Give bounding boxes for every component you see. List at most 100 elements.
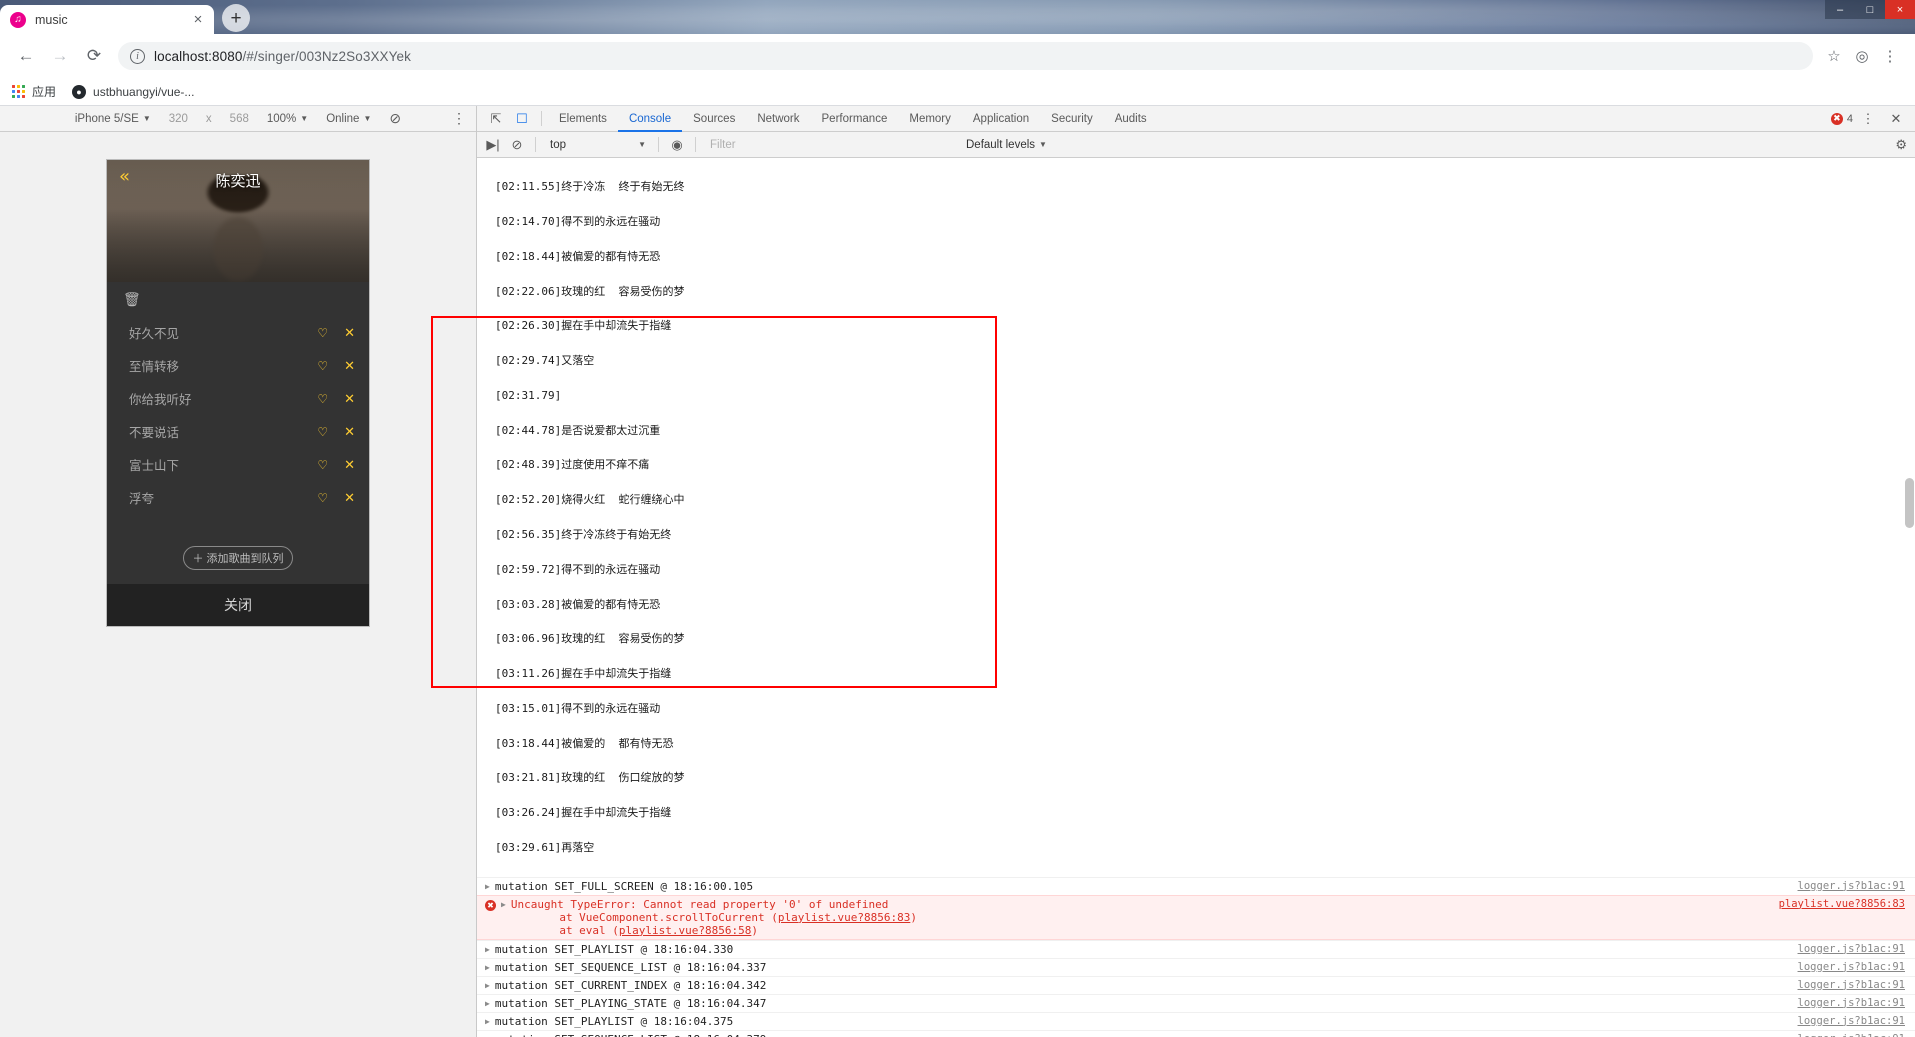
log-source-link[interactable]: logger.js?b1ac:91 [1798,1015,1905,1027]
rotate-icon[interactable]: ⊘ [389,110,401,127]
delete-icon[interactable]: ✕ [344,358,355,374]
tab-elements[interactable]: Elements [548,106,618,132]
list-item[interactable]: 至情转移 ♡ ✕ [107,349,369,382]
address-bar[interactable]: i localhost:8080/#/singer/003Nz2So3XXYek [118,42,1813,70]
log-source-link[interactable]: playlist.vue?8856:83 [1779,898,1905,910]
tab-sources[interactable]: Sources [682,106,746,132]
device-selector[interactable]: iPhone 5/SE ▼ [75,113,151,125]
console-output[interactable]: [02:11.55]终于冷冻 终于有始无终 [02:14.70]得不到的永远在骚… [477,158,1915,1037]
favorite-icon[interactable]: ♡ [317,326,328,340]
list-item[interactable]: 你给我听好 ♡ ✕ [107,382,369,415]
console-filter-input[interactable]: Filter [710,136,960,154]
add-song-button[interactable]: ＋ 添加歌曲到队列 [183,546,293,570]
stack-link[interactable]: playlist.vue?8856:83 [778,911,910,924]
bookmark-github[interactable]: ● ustbhuangyi/vue-... [72,84,194,99]
stack-suffix: ) [751,923,758,937]
expand-arrow-icon[interactable]: ▶ [485,882,490,891]
browser-tab-strip: ♫ music × + – □ × [0,0,1915,34]
close-playlist-button[interactable]: 关闭 [107,584,369,626]
window-close-button[interactable]: × [1885,0,1915,19]
reload-icon[interactable]: ⟳ [80,42,108,70]
delete-icon[interactable]: ✕ [344,490,355,506]
log-level-selector[interactable]: Default levels ▼ [966,139,1047,151]
console-error-row[interactable]: ✖ ▶ Uncaught TypeError: Cannot read prop… [477,894,1915,940]
stack-link[interactable]: playlist.vue?8856:58 [619,924,751,937]
console-settings-icon[interactable]: ⚙ [1895,137,1907,153]
console-scrollbar[interactable] [1905,478,1914,528]
error-count-badge[interactable]: ✖ 4 [1830,112,1853,125]
console-log-row[interactable]: ▶ mutation SET_PLAYING_STATE @ 18:16:04.… [477,993,1915,1012]
expand-arrow-icon[interactable]: ▶ [501,900,506,909]
devtools-menu-icon[interactable]: ⋮ [1855,108,1881,130]
delete-icon[interactable]: ✕ [344,424,355,440]
toggle-device-toolbar-icon[interactable]: ☐ [509,108,535,130]
expand-arrow-icon[interactable]: ▶ [485,999,490,1008]
bookmark-label: 应用 [32,85,57,99]
favorite-icon[interactable]: ♡ [317,458,328,472]
list-item[interactable]: 不要说话 ♡ ✕ [107,415,369,448]
log-message: mutation SET_PLAYING_STATE @ 18:16:04.34… [494,996,767,1010]
log-source-link[interactable]: logger.js?b1ac:91 [1798,880,1905,892]
expand-arrow-icon[interactable]: ▶ [485,945,490,954]
tab-console[interactable]: Console [618,106,682,132]
bookmark-apps[interactable]: 应用 [12,83,56,100]
viewport-width-input[interactable]: 320 [169,113,188,125]
minimize-button[interactable]: – [1825,0,1855,19]
chevron-down-icon: ▼ [363,114,372,123]
console-log-row[interactable]: ▶ mutation SET_SEQUENCE_LIST @ 18:16:04.… [477,1029,1915,1037]
console-log-row[interactable]: ▶ mutation SET_FULL_SCREEN @ 18:16:00.10… [477,876,1915,895]
list-item[interactable]: 富士山下 ♡ ✕ [107,448,369,481]
expand-arrow-icon[interactable]: ▶ [485,1017,490,1026]
tab-network[interactable]: Network [746,106,810,132]
console-log-row[interactable]: ▶ mutation SET_CURRENT_INDEX @ 18:16:04.… [477,975,1915,994]
favorite-icon[interactable]: ♡ [317,359,328,373]
favorite-icon[interactable]: ♡ [317,392,328,406]
close-icon[interactable]: × [190,12,206,28]
chrome-menu-icon[interactable]: ⋮ [1877,43,1903,69]
bookmark-star-icon[interactable]: ☆ [1821,43,1847,69]
expand-arrow-icon[interactable]: ▶ [485,963,490,972]
back-icon[interactable]: ← [12,42,40,70]
browser-tab[interactable]: ♫ music × [0,5,214,34]
devtools-tabbar: ⇱ ☐ Elements Console Sources Network Per… [477,106,1915,132]
console-log-row[interactable]: ▶ mutation SET_PLAYLIST @ 18:16:04.375 l… [477,1011,1915,1030]
song-name: 好久不见 [129,327,180,341]
expand-arrow-icon[interactable]: ▶ [485,981,490,990]
trash-icon[interactable]: 🗑 [123,291,141,308]
zoom-selector[interactable]: 100% ▼ [267,113,308,125]
list-item[interactable]: 浮夸 ♡ ✕ [107,481,369,514]
live-expression-icon[interactable]: ◉ [665,134,689,156]
delete-icon[interactable]: ✕ [344,325,355,341]
new-tab-button[interactable]: + [222,4,250,32]
log-source-link[interactable]: logger.js?b1ac:91 [1798,997,1905,1009]
console-sidebar-icon[interactable]: ▶| [481,134,505,156]
forward-icon[interactable]: → [46,42,74,70]
execution-context-selector[interactable]: top ▼ [544,135,652,155]
console-log-row[interactable]: ▶ mutation SET_PLAYLIST @ 18:16:04.330 l… [477,939,1915,958]
maximize-button[interactable]: □ [1855,0,1885,19]
log-source-link[interactable]: logger.js?b1ac:91 [1798,943,1905,955]
tab-performance[interactable]: Performance [811,106,899,132]
tab-application[interactable]: Application [962,106,1040,132]
throttling-selector[interactable]: Online ▼ [326,113,371,125]
viewport-height-input[interactable]: 568 [230,113,249,125]
list-item[interactable]: 好久不见 ♡ ✕ [107,316,369,349]
inspect-element-icon[interactable]: ⇱ [483,108,509,130]
delete-icon[interactable]: ✕ [344,457,355,473]
log-source-link[interactable]: logger.js?b1ac:91 [1798,1033,1905,1037]
delete-icon[interactable]: ✕ [344,391,355,407]
tab-security[interactable]: Security [1040,106,1104,132]
page-info-icon[interactable]: i [130,48,145,64]
tab-memory[interactable]: Memory [898,106,962,132]
device-toolbar-menu-icon[interactable]: ⋮ [452,110,466,127]
favorite-icon[interactable]: ♡ [317,491,328,505]
profile-icon[interactable]: ◎ [1849,43,1875,69]
devtools-close-icon[interactable]: ✕ [1883,108,1909,130]
clear-console-icon[interactable]: ⊘ [505,134,529,156]
log-source-link[interactable]: logger.js?b1ac:91 [1798,961,1905,973]
console-log-row[interactable]: ▶ mutation SET_SEQUENCE_LIST @ 18:16:04.… [477,957,1915,976]
tab-audits[interactable]: Audits [1104,106,1158,132]
favorite-icon[interactable]: ♡ [317,425,328,439]
log-source-link[interactable]: logger.js?b1ac:91 [1798,979,1905,991]
lyric-line: [03:15.01]得不到的永远在骚动 [495,701,661,715]
